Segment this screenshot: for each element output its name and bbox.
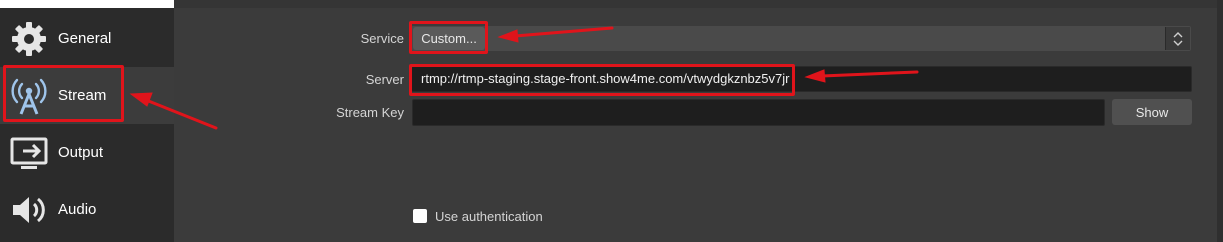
stream-key-input[interactable] bbox=[412, 99, 1105, 126]
sidebar-item-audio[interactable]: Audio bbox=[0, 181, 174, 238]
service-dropdown[interactable] bbox=[411, 26, 1191, 51]
use-auth-checkbox[interactable] bbox=[413, 209, 427, 223]
panel-top-edge bbox=[174, 0, 1223, 8]
sidebar-item-general[interactable]: General bbox=[0, 10, 174, 67]
sidebar-item-output[interactable]: Output bbox=[0, 124, 174, 181]
sidebar-item-label: Audio bbox=[58, 201, 97, 218]
service-dropdown-arrows-icon bbox=[1165, 27, 1190, 50]
sidebar-item-label: Output bbox=[58, 144, 104, 161]
settings-sidebar: General Stream Output Audio bbox=[0, 8, 174, 242]
gear-icon bbox=[9, 19, 49, 59]
stream-key-label: Stream Key bbox=[336, 105, 404, 120]
panel-scrollbar-track[interactable] bbox=[1217, 0, 1223, 242]
annotation-box-stream bbox=[3, 65, 124, 122]
output-monitor-icon bbox=[9, 133, 49, 173]
server-label: Server bbox=[365, 72, 404, 87]
service-label: Service bbox=[360, 31, 404, 46]
sidebar-item-label: General bbox=[58, 30, 112, 47]
show-key-button[interactable]: Show bbox=[1112, 99, 1192, 125]
annotation-box-service bbox=[409, 21, 488, 54]
speaker-icon bbox=[9, 190, 49, 230]
stream-settings-panel: Service Custom... Server rtmp://rtmp-sta… bbox=[174, 0, 1223, 242]
use-auth-label: Use authentication bbox=[435, 209, 543, 224]
annotation-box-server bbox=[409, 64, 795, 96]
